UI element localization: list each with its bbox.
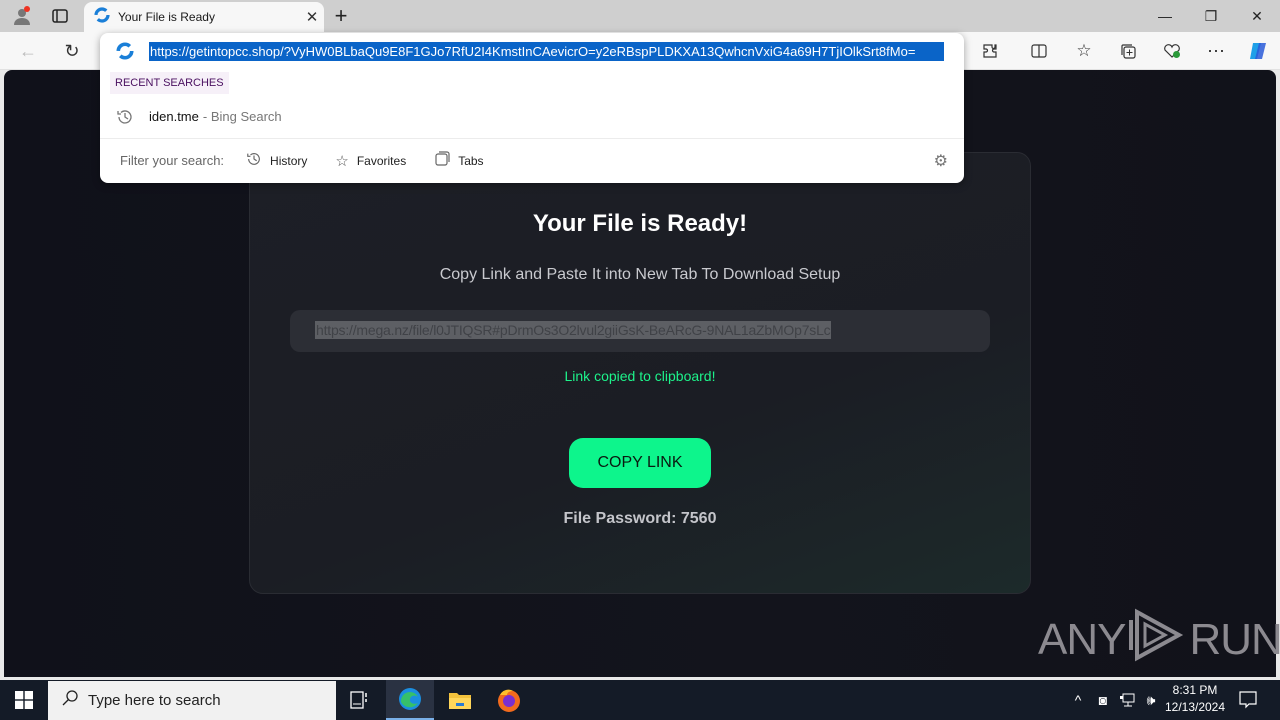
firefox-icon[interactable]: [485, 680, 533, 720]
notifications-icon[interactable]: [1236, 680, 1260, 720]
settings-gear-icon[interactable]: ⚙: [934, 151, 948, 171]
recent-search-item[interactable]: iden.tme - Bing Search: [100, 102, 964, 130]
file-password: File Password: 7560: [563, 510, 717, 527]
system-clock[interactable]: 8:31 PM 12/13/2024: [1160, 682, 1230, 716]
edge-taskbar-icon[interactable]: [386, 680, 434, 720]
start-button[interactable]: [0, 680, 48, 720]
extensions-icon[interactable]: [972, 32, 1008, 70]
tabs-icon: [434, 150, 450, 171]
filter-history-label: History: [270, 153, 308, 168]
site-info-icon[interactable]: [116, 42, 134, 65]
filter-favorites-label: Favorites: [356, 153, 407, 168]
recent-search-query: iden.tme: [149, 108, 199, 124]
collections-icon[interactable]: [1110, 32, 1146, 70]
play-logo-icon: [1129, 606, 1185, 675]
copilot-icon[interactable]: [1240, 32, 1276, 70]
address-bar-input[interactable]: https://getintopcc.shop/?VyHW0BLbaQu9E8F…: [149, 42, 944, 61]
star-icon: ☆: [335, 152, 349, 170]
filter-label: Filter your search:: [120, 153, 225, 168]
refresh-icon[interactable]: ↻: [54, 32, 90, 70]
file-explorer-icon[interactable]: [436, 680, 484, 720]
profile-avatar-icon[interactable]: [8, 0, 36, 32]
filter-tabs-button[interactable]: Tabs: [434, 150, 484, 171]
minimize-button[interactable]: —: [1142, 0, 1188, 32]
more-options-icon[interactable]: ⋯: [1198, 32, 1234, 70]
copy-link-button[interactable]: COPY LINK: [569, 438, 711, 488]
download-link-text[interactable]: https://mega.nz/file/l0JTIQSR#pDrmOs3O2l…: [315, 321, 832, 339]
close-tab-icon[interactable]: ✕: [300, 8, 324, 26]
network-icon[interactable]: [1115, 680, 1139, 720]
restore-button[interactable]: ❐: [1188, 0, 1234, 32]
filter-row: Filter your search: History ☆ Favorites …: [100, 138, 964, 182]
task-view-icon[interactable]: [336, 680, 384, 720]
camera-icon[interactable]: ◙: [1091, 680, 1115, 720]
history-icon: [246, 151, 262, 171]
site-favicon-icon: [94, 6, 110, 28]
filter-history-button[interactable]: History: [246, 151, 307, 171]
tab-title: Your File is Ready: [118, 10, 215, 24]
browser-tab[interactable]: Your File is Ready ✕: [84, 2, 324, 32]
taskbar-search[interactable]: Type here to search: [48, 681, 336, 720]
recent-searches-label: RECENT SEARCHES: [110, 72, 229, 94]
filter-favorites-button[interactable]: ☆ Favorites: [335, 152, 406, 170]
page-title: Your File is Ready!: [532, 210, 748, 237]
favorites-icon[interactable]: ☆: [1066, 32, 1102, 70]
new-tab-icon[interactable]: +: [328, 0, 354, 32]
browser-essentials-icon[interactable]: [1154, 32, 1190, 70]
show-hidden-icons-icon[interactable]: ^: [1066, 680, 1090, 720]
split-screen-icon[interactable]: [1021, 32, 1057, 70]
close-window-button[interactable]: ✕: [1234, 0, 1280, 32]
back-icon[interactable]: ←: [10, 32, 46, 70]
copied-message: Link copied to clipboard!: [564, 368, 716, 384]
filter-tabs-label: Tabs: [458, 153, 484, 168]
tab-actions-icon[interactable]: [46, 0, 74, 32]
watermark-right-text: RUN: [1189, 615, 1280, 664]
watermark-left-text: ANY: [1038, 615, 1126, 664]
anyrun-watermark: ANY RUN: [1038, 608, 1280, 672]
recent-search-source: - Bing Search: [202, 108, 282, 124]
search-placeholder: Type here to search: [88, 692, 221, 709]
page-subtitle: Copy Link and Paste It into New Tab To D…: [439, 266, 841, 283]
clock-date: 12/13/2024: [1164, 700, 1226, 714]
clock-time: 8:31 PM: [1172, 683, 1218, 697]
search-icon: [62, 690, 78, 711]
history-icon: [116, 108, 134, 130]
